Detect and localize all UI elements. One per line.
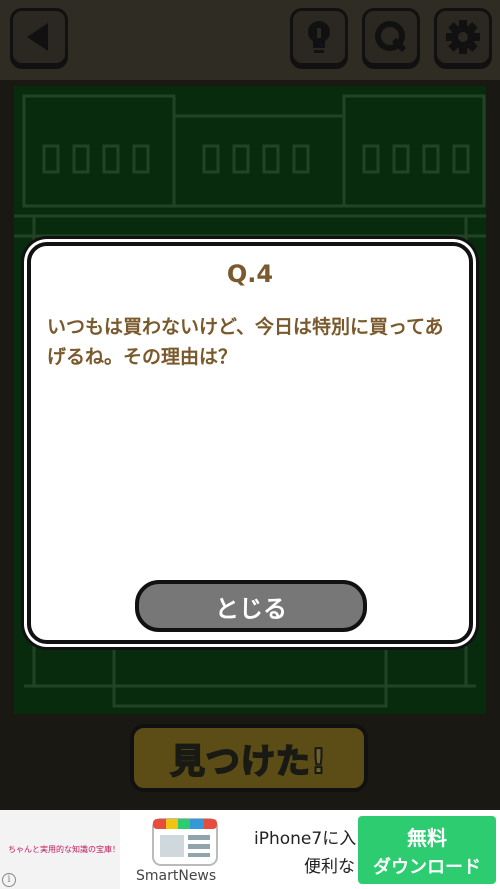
ad-banner[interactable]: ちゃんと実用的な知識の宝庫！ i SmartNews iPhone7に入 便利な…	[0, 810, 500, 889]
found-button[interactable]: 見つけた!	[130, 724, 368, 792]
lightbulb-icon	[308, 21, 330, 53]
settings-button[interactable]	[434, 8, 492, 66]
close-button-label: とじる	[215, 594, 287, 623]
ad-cta-line1: 無料	[407, 826, 447, 850]
hint-button[interactable]	[290, 8, 348, 66]
q-icon	[375, 21, 407, 53]
question-button[interactable]	[362, 8, 420, 66]
found-button-label: 見つけた!	[170, 741, 328, 783]
ad-left-image[interactable]: ちゃんと実用的な知識の宝庫！	[0, 810, 120, 889]
gear-icon	[446, 20, 480, 54]
back-triangle-icon	[27, 23, 48, 51]
top-bar	[0, 0, 500, 80]
ad-brand-label: SmartNews	[136, 868, 217, 884]
close-button[interactable]: とじる	[135, 580, 367, 632]
ad-cta-line2: ダウンロード	[373, 857, 481, 878]
back-button[interactable]	[10, 8, 68, 66]
ad-download-button[interactable]: 無料 ダウンロード	[358, 816, 496, 884]
ad-headline: iPhone7に入	[254, 829, 357, 849]
info-icon[interactable]: i	[2, 873, 16, 887]
dialog-question-text: いつもは買わないけど、今日は特別に買ってあげるね。その理由は？	[47, 316, 444, 368]
smartnews-logo-icon	[152, 818, 218, 866]
ad-subline: 便利な	[304, 857, 355, 877]
dialog-title: Q.4	[226, 260, 274, 288]
ad-left-text: ちゃんと実用的な知識の宝庫！	[8, 845, 120, 854]
question-dialog: Q.4 いつもは買わないけど、今日は特別に買ってあげるね。その理由は？ とじる	[27, 242, 473, 644]
